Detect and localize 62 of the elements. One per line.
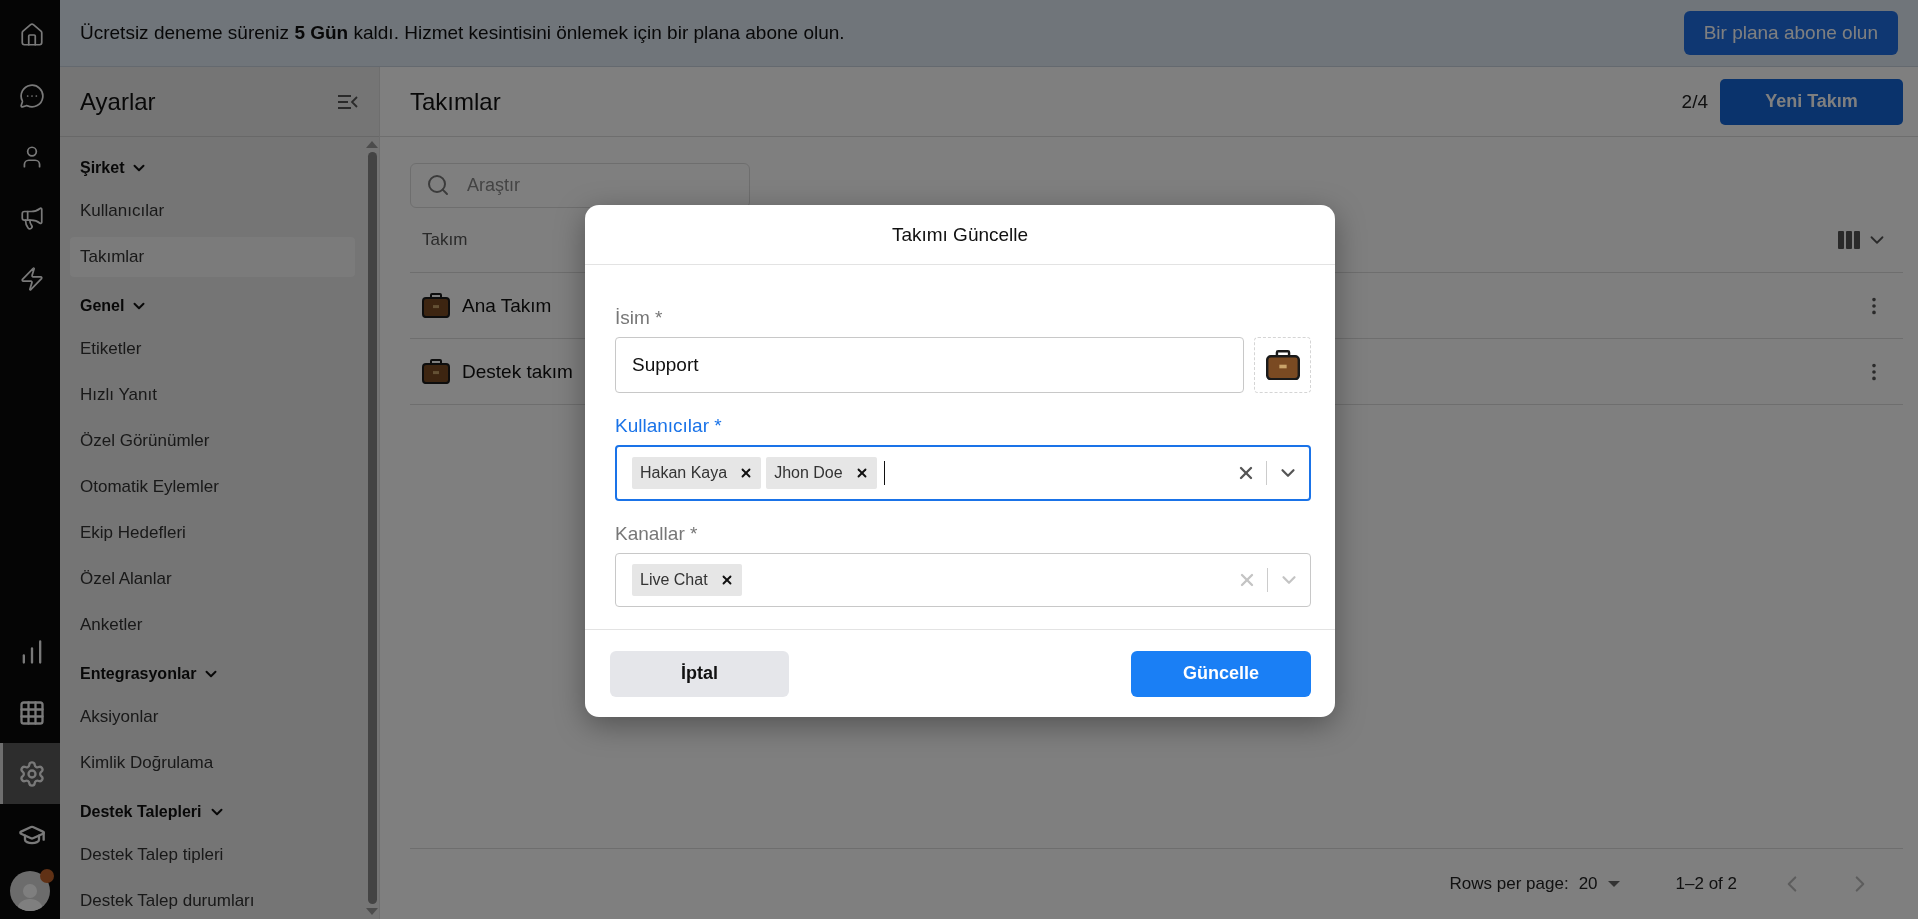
multi-select-field[interactable]: Live Chat [615, 553, 1311, 607]
chat-icon [18, 82, 45, 109]
section-title: Entegrasyonlar [80, 665, 197, 683]
briefcase-icon [422, 292, 450, 319]
field-label: Kanallar * [615, 523, 699, 545]
settings-icon [17, 759, 46, 788]
tag-label: Hakan Kaya [640, 464, 728, 482]
section-title: Genel [80, 297, 125, 315]
multi-select-field[interactable]: Hakan Kaya Jhon Doe [615, 445, 1311, 501]
columns-icon[interactable] [1838, 231, 1860, 249]
sidebar-item[interactable]: Kullanıcılar [70, 191, 355, 231]
sidebar-item[interactable]: Özel Görünümler [70, 421, 355, 461]
lightning-icon [18, 265, 45, 292]
collapse-menu-icon[interactable] [337, 93, 359, 110]
sidebar-item[interactable]: Otomatik Eylemler [70, 467, 355, 507]
update-button[interactable]: Güncelle [1131, 650, 1311, 697]
field-label: İsim * [615, 307, 664, 329]
field-label: Kullanıcılar * [615, 415, 723, 437]
page-title: Takımlar [410, 87, 501, 116]
rows-per-page-label: Rows per page: [1449, 874, 1569, 894]
tag-label: Live Chat [640, 571, 708, 589]
table-cell: Destek takım [462, 360, 573, 383]
table-cell: Ana Takım [462, 294, 552, 317]
home-icon [18, 21, 45, 48]
cancel-button[interactable]: İptal [610, 650, 789, 697]
sidebar-item[interactable]: Destek Talep tipleri [70, 835, 355, 875]
text-cursor [883, 461, 885, 485]
megaphone-icon [18, 204, 45, 231]
sidebar-item[interactable]: Destek Talep durumları [70, 881, 355, 919]
briefcase-icon [422, 358, 450, 385]
new-team-button[interactable]: Yeni Takım [1720, 78, 1903, 125]
icon-picker-button[interactable] [1254, 337, 1311, 393]
page-range: 1–2 of 2 [1675, 874, 1737, 894]
tag-label: Jhon Doe [774, 464, 843, 482]
section-title: Destek Talepleri [80, 803, 202, 821]
sidebar-item[interactable]: Özel Alanlar [70, 559, 355, 599]
grid-icon [17, 698, 46, 727]
sidebar-item[interactable]: Aksiyonlar [70, 697, 355, 737]
section-header[interactable]: Genel [70, 283, 355, 329]
briefcase-icon [1265, 349, 1300, 381]
dialog-title: Takımı Güncelle [891, 223, 1029, 246]
rows-per-page-select[interactable]: 20 [1578, 874, 1598, 894]
sidebar-item[interactable]: Ekip Hedefleri [70, 513, 355, 553]
search-icon [426, 173, 450, 197]
section-header[interactable]: Şirket [70, 145, 355, 191]
section-title: Şirket [80, 159, 125, 177]
avatar[interactable] [10, 871, 50, 911]
section-header[interactable]: Entegrasyonlar [70, 651, 355, 697]
sidebar-item[interactable]: Kimlik Doğrulama [70, 743, 355, 783]
sidebar-item[interactable]: Anketler [70, 605, 355, 645]
sidebar-item[interactable]: Takımlar [70, 237, 355, 277]
caret-icon [1607, 881, 1620, 887]
search-field[interactable]: Araştır [410, 163, 750, 208]
sidebar-item[interactable]: Hızlı Yanıt [70, 375, 355, 415]
trial-notice: Ücretsiz deneme süreniz 5 Gün kaldı. Hizmet kesintisini önlemek için bir plana abone olun. [80, 22, 845, 44]
name-field[interactable]: Support [615, 337, 1244, 393]
section-header[interactable]: Destek Talepleri [70, 789, 355, 835]
team-count: 2/4 [1681, 90, 1708, 113]
subscribe-button[interactable]: Bir plana abone olun [1683, 11, 1898, 55]
sidebar-item[interactable]: Etiketler [70, 329, 355, 369]
sidebar-title: Ayarlar [80, 87, 156, 116]
column-header: Takım [422, 230, 468, 250]
